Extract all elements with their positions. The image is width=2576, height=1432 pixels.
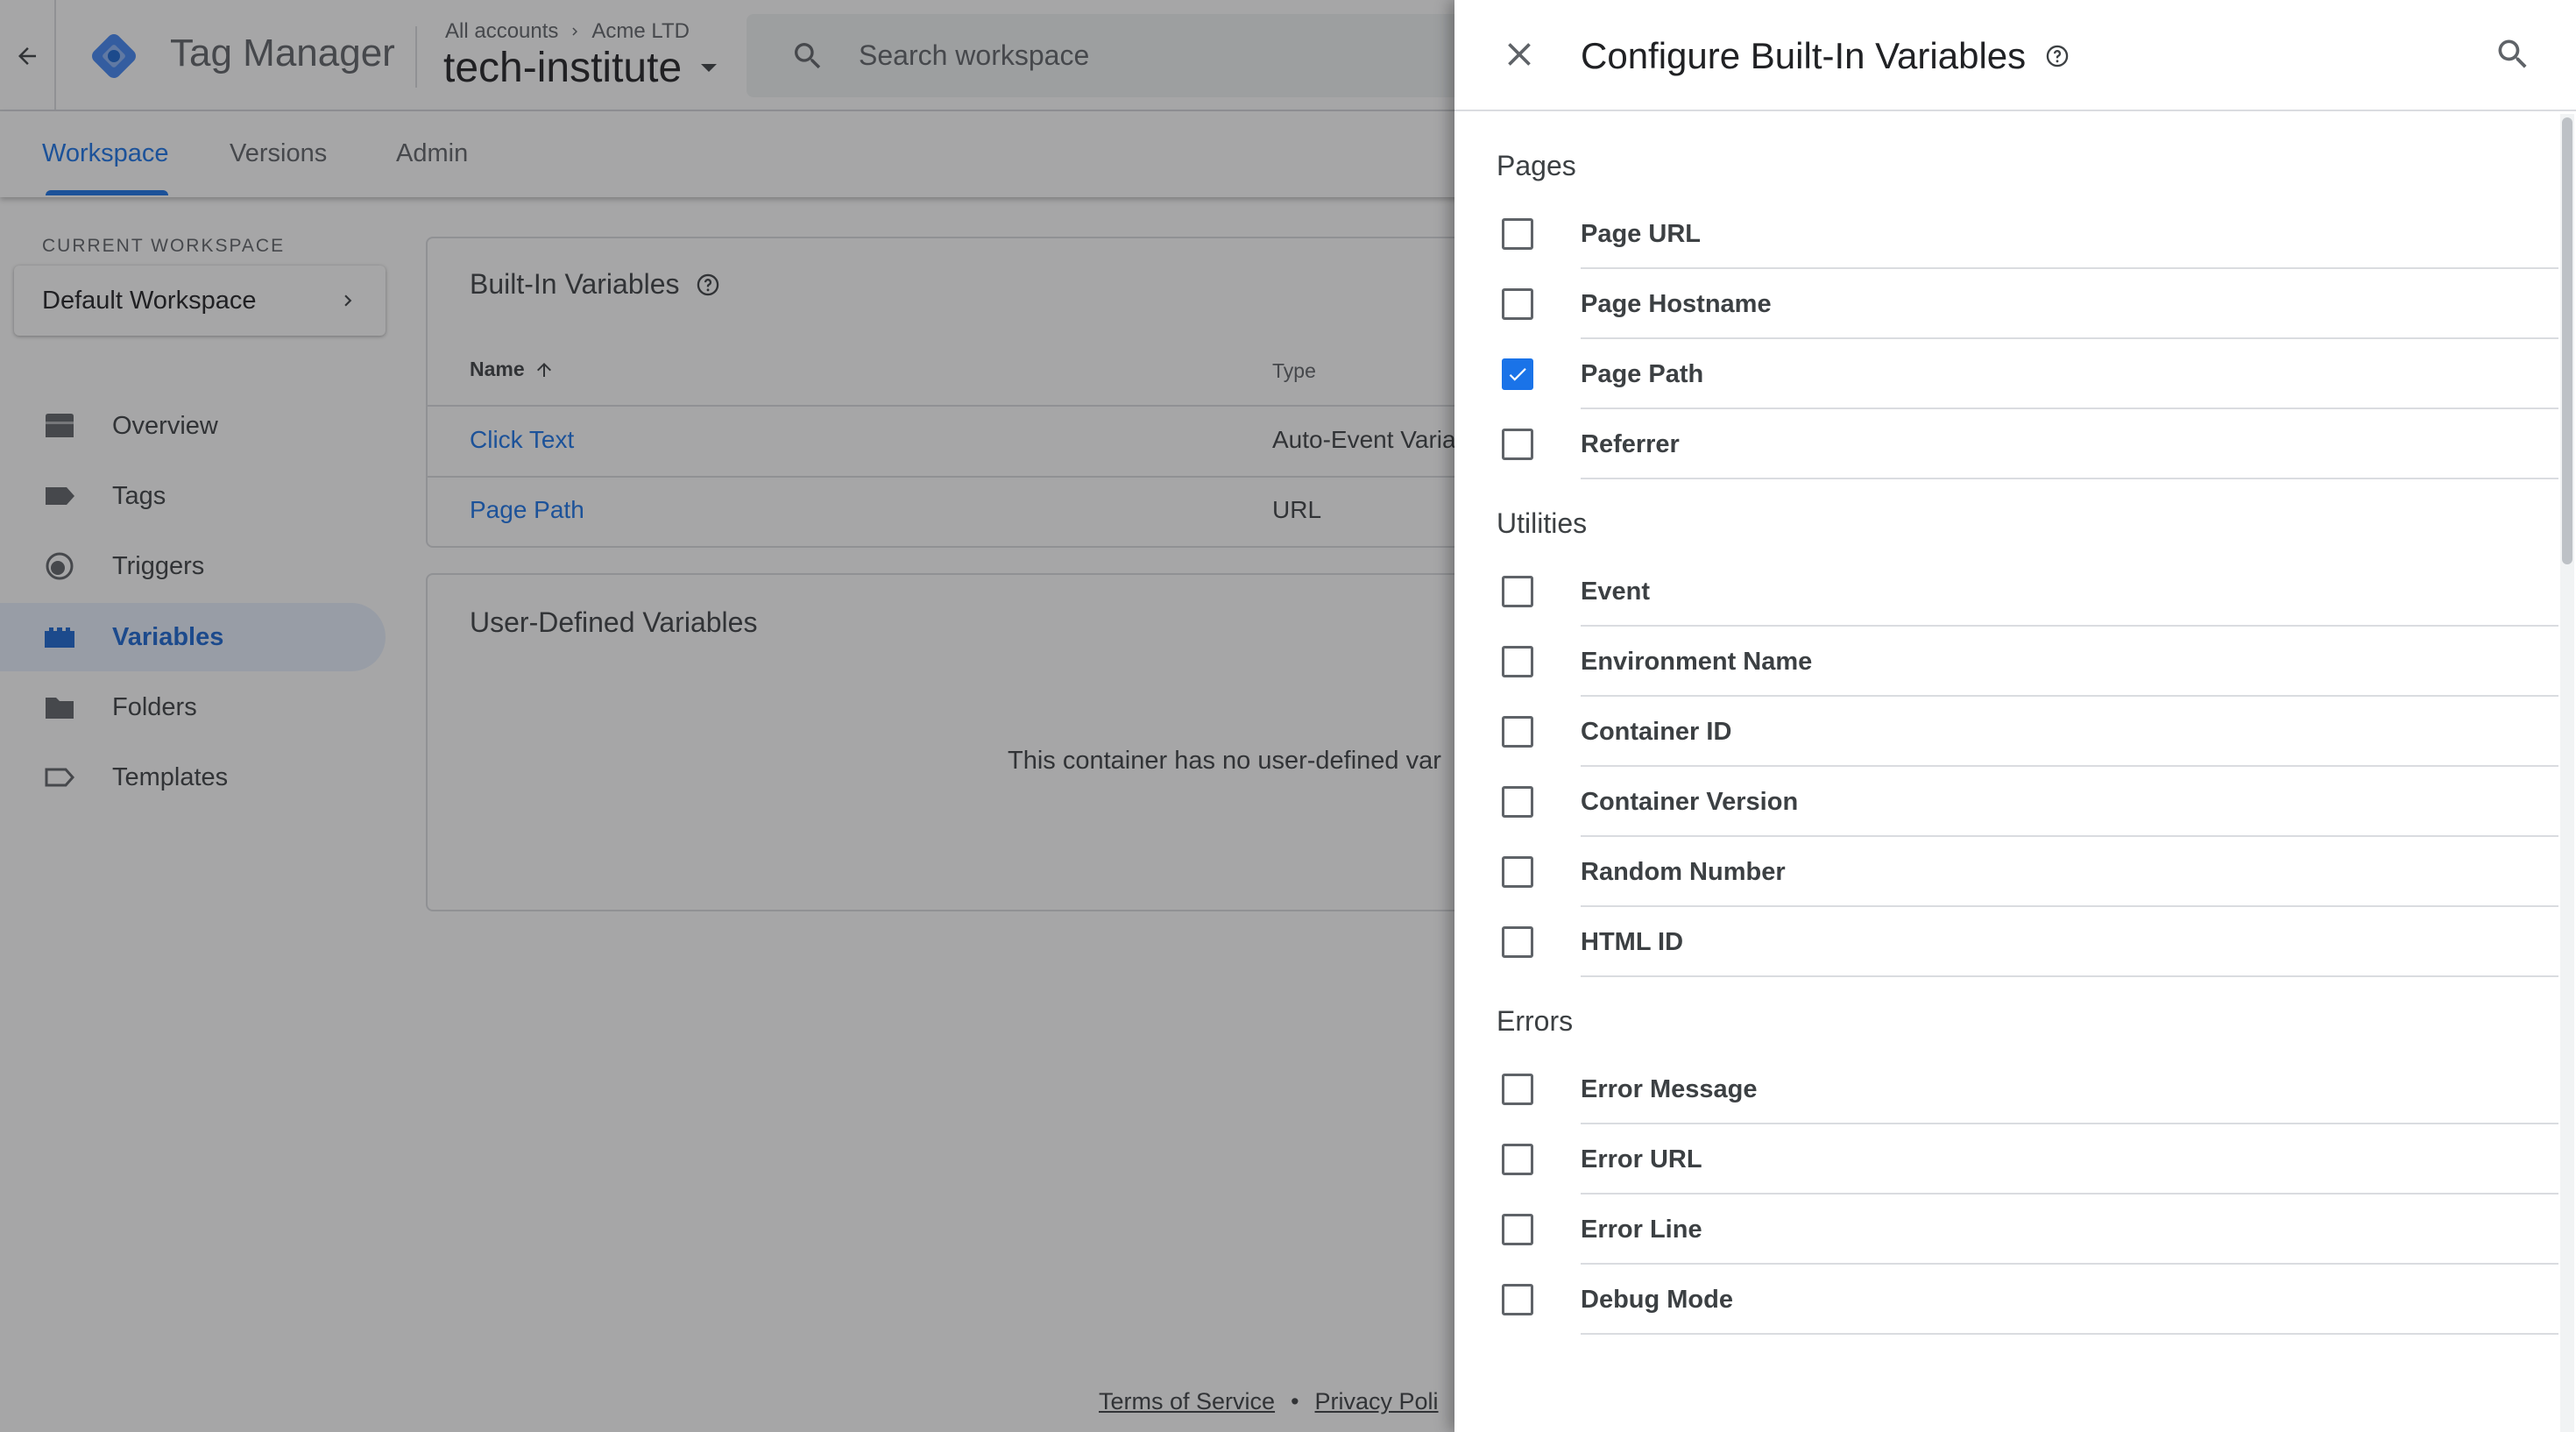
variable-option-page-url[interactable]: Page URL	[1454, 199, 2558, 269]
variable-option-error-line[interactable]: Error Line	[1454, 1195, 2558, 1265]
drawer-title-text: Configure Built-In Variables	[1581, 35, 2027, 76]
variable-option-event[interactable]: Event	[1454, 556, 2558, 627]
variable-option-label: Random Number	[1581, 858, 1786, 886]
checkbox-container-id[interactable]	[1502, 716, 1533, 748]
drawer-title: Configure Built-In Variables	[1581, 35, 2070, 77]
variable-option-label: Container Version	[1581, 788, 1799, 816]
variable-option-label: Error Line	[1581, 1216, 1702, 1244]
configure-builtin-variables-drawer: Configure Built-In Variables Pages Page U…	[1454, 0, 2576, 1432]
variable-option-label: Referrer	[1581, 430, 1680, 458]
checkmark-icon	[1509, 368, 1526, 381]
section-heading-errors: Errors	[1497, 1005, 1574, 1037]
checkbox-environment-name[interactable]	[1502, 646, 1533, 677]
variable-option-label: Debug Mode	[1581, 1286, 1733, 1314]
checkbox-referrer[interactable]	[1502, 429, 1533, 460]
row-divider	[1581, 1333, 2558, 1335]
variable-option-label: Environment Name	[1581, 648, 1813, 676]
checkbox-container-version[interactable]	[1502, 786, 1533, 818]
row-divider	[1581, 975, 2558, 977]
checkbox-page-path[interactable]	[1502, 358, 1533, 390]
variable-option-html-id[interactable]: HTML ID	[1454, 907, 2558, 977]
variable-option-label: HTML ID	[1581, 928, 1684, 956]
modal-scrim[interactable]	[0, 0, 1454, 1432]
variable-option-label: Error Message	[1581, 1075, 1758, 1103]
help-icon[interactable]	[2045, 44, 2070, 68]
variable-option-container-version[interactable]: Container Version	[1454, 767, 2558, 837]
variable-option-error-url[interactable]: Error URL	[1454, 1124, 2558, 1195]
variable-option-label: Event	[1581, 578, 1650, 606]
checkbox-error-line[interactable]	[1502, 1214, 1533, 1245]
variable-option-label: Page Path	[1581, 360, 1704, 388]
checkbox-debug-mode[interactable]	[1502, 1284, 1533, 1315]
variable-option-error-message[interactable]: Error Message	[1454, 1054, 2558, 1124]
variable-option-page-path[interactable]: Page Path	[1454, 339, 2558, 409]
scrollbar-thumb[interactable]	[2562, 117, 2572, 564]
variable-option-label: Page Hostname	[1581, 290, 1772, 318]
variable-option-page-hostname[interactable]: Page Hostname	[1454, 269, 2558, 339]
variable-option-label: Container ID	[1581, 718, 1732, 746]
close-icon[interactable]	[1500, 35, 1539, 74]
variable-option-environment-name[interactable]: Environment Name	[1454, 627, 2558, 697]
section-heading-pages: Pages	[1497, 150, 1576, 181]
drawer-body: Pages Page URL Page Hostname Page Path Refer…	[1454, 111, 2558, 1432]
checkbox-error-url[interactable]	[1502, 1144, 1533, 1175]
variable-option-referrer[interactable]: Referrer	[1454, 409, 2558, 479]
variable-option-label: Error URL	[1581, 1145, 1702, 1173]
checkbox-html-id[interactable]	[1502, 926, 1533, 958]
search-icon[interactable]	[2494, 35, 2532, 74]
checkbox-page-hostname[interactable]	[1502, 288, 1533, 320]
variable-option-label: Page URL	[1581, 220, 1701, 248]
variable-option-random-number[interactable]: Random Number	[1454, 837, 2558, 907]
checkbox-event[interactable]	[1502, 576, 1533, 607]
variable-option-container-id[interactable]: Container ID	[1454, 697, 2558, 767]
checkbox-page-url[interactable]	[1502, 218, 1533, 250]
variable-option-debug-mode[interactable]: Debug Mode	[1454, 1265, 2558, 1335]
section-heading-utilities: Utilities	[1497, 507, 1588, 539]
checkbox-random-number[interactable]	[1502, 856, 1533, 888]
checkbox-error-message[interactable]	[1502, 1074, 1533, 1105]
drawer-header: Configure Built-In Variables	[1454, 0, 2576, 111]
drawer-scrollbar[interactable]	[2560, 114, 2574, 1432]
row-divider	[1581, 478, 2558, 479]
